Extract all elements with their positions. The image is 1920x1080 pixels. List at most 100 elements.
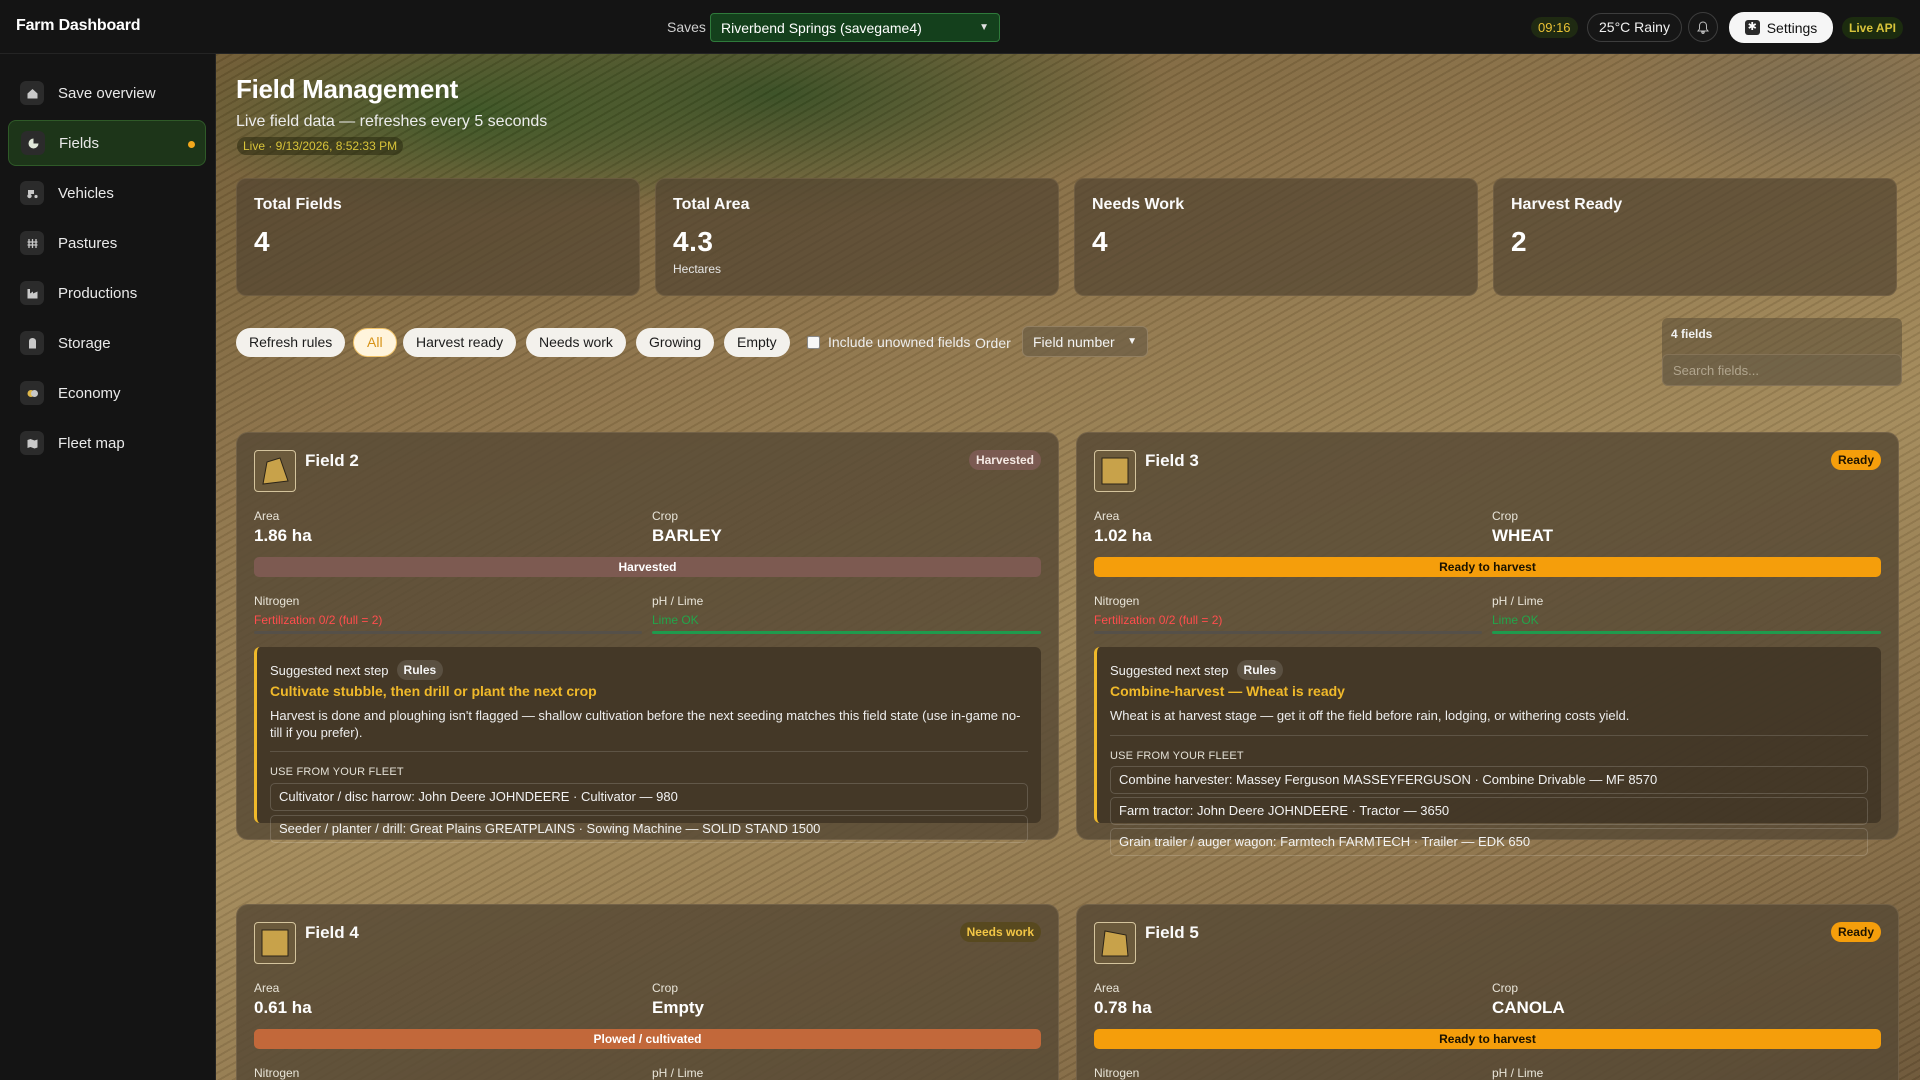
- bell-icon: [1697, 20, 1709, 34]
- page-title: Field Management: [236, 74, 459, 104]
- stat-card-needs-work: Needs Work 4: [1074, 178, 1478, 296]
- area-value: 0.61 ha: [254, 998, 312, 1017]
- saves-label: Saves: [667, 19, 706, 35]
- crop-value: WHEAT: [1492, 526, 1554, 545]
- animal-icon: [20, 231, 44, 255]
- suggested-step-label: Suggested next step: [270, 662, 389, 678]
- sidebar-item-productions[interactable]: Productions: [8, 270, 206, 316]
- gear-icon: ✱: [1744, 20, 1760, 35]
- settings-button[interactable]: ✱ Settings: [1729, 12, 1833, 43]
- ph-value: Lime OK: [1492, 613, 1539, 627]
- crop-block: Crop Empty: [652, 981, 704, 1018]
- field-shape-icon: [1094, 922, 1136, 964]
- stat-card-harvest-ready: Harvest Ready 2: [1493, 178, 1897, 296]
- live-timestamp: Live · 9/13/2026, 8:52:33 PM: [237, 137, 404, 155]
- status-badge: Harvested: [968, 450, 1041, 470]
- nitrogen-label: Nitrogen: [254, 1066, 300, 1080]
- sidebar-item-storage[interactable]: Storage: [8, 320, 206, 366]
- crop-label: Crop: [1492, 509, 1519, 523]
- fleet-equipment-item[interactable]: Cultivator / disc harrow: John Deere JOH…: [270, 783, 1028, 811]
- crop-block: Crop CANOLA: [1492, 981, 1565, 1018]
- suggested-step-title: Combine-harvest — Wheat is ready: [1110, 683, 1345, 699]
- use-fleet-label: USE FROM YOUR FLEET: [270, 766, 404, 778]
- field-card[interactable]: Field 2 Harvested Area 1.86 ha Crop BARL…: [236, 432, 1059, 843]
- filter-chip-empty[interactable]: Empty: [724, 328, 790, 357]
- growth-status-bar: Plowed / cultivated: [254, 1029, 1041, 1049]
- sidebar-item-label: Save overview: [58, 84, 156, 102]
- field-shape-icon: [254, 450, 296, 492]
- top-bar: Farm Dashboard Saves Riverbend Springs (…: [0, 0, 1920, 54]
- stat-value: 4: [254, 226, 271, 257]
- filter-chip-growing[interactable]: Growing: [636, 328, 715, 357]
- area-label: Area: [1094, 509, 1120, 523]
- fleet-equipment-item[interactable]: Combine harvester: Massey Ferguson MASSE…: [1110, 766, 1868, 794]
- field-card[interactable]: Field 3 Ready Area 1.02 ha Crop WHEAT Re…: [1076, 432, 1899, 856]
- saves-select[interactable]: Riverbend Springs (savegame4) ▼: [710, 13, 1000, 42]
- order-label: Order: [975, 335, 1011, 351]
- sidebar-item-label: Fleet map: [58, 434, 125, 452]
- crop-label: Crop: [652, 509, 679, 523]
- area-block: Area 0.61 ha: [254, 981, 312, 1018]
- growth-status-bar: Harvested: [254, 557, 1041, 577]
- crop-value: CANOLA: [1492, 998, 1565, 1017]
- area-value: 0.78 ha: [1094, 998, 1152, 1017]
- ph-meter: [1492, 631, 1881, 634]
- suggested-step-description: Harvest is done and ploughing isn't flag…: [270, 708, 1021, 740]
- crop-value: BARLEY: [652, 526, 722, 545]
- crop-block: Crop BARLEY: [652, 509, 722, 546]
- use-fleet-label: USE FROM YOUR FLEET: [1110, 750, 1244, 762]
- nitrogen-value: Fertilization 0/2 (full = 2): [1094, 613, 1223, 627]
- filter-chip-needs-work[interactable]: Needs work: [526, 328, 626, 357]
- ph-label: pH / Lime: [1492, 1066, 1544, 1080]
- filter-chip-harvest-ready[interactable]: Harvest ready: [403, 328, 517, 357]
- crop-block: Crop WHEAT: [1492, 509, 1553, 546]
- stat-unit: Hectares: [673, 262, 722, 276]
- ph-meter: [652, 631, 1041, 634]
- field-card[interactable]: Field 5 Ready Area 0.78 ha Crop CANOLA R…: [1076, 904, 1899, 1080]
- growth-status-bar: Ready to harvest: [1094, 557, 1881, 577]
- area-block: Area 1.02 ha: [1094, 509, 1152, 546]
- order-selected-value: Field number: [1033, 333, 1115, 350]
- include-unowned-toggle[interactable]: Include unowned fields: [807, 334, 970, 350]
- suggested-step-header: Suggested next step Rules: [270, 660, 444, 680]
- include-unowned-checkbox[interactable]: [807, 335, 820, 349]
- area-value: 1.86 ha: [254, 526, 312, 545]
- field-card[interactable]: Field 4 Needs work Area 0.61 ha Crop Emp…: [236, 904, 1059, 1080]
- field-count: 4 fields: [1671, 327, 1713, 341]
- filter-chip-all[interactable]: All: [353, 328, 397, 357]
- field-name: Field 5: [1145, 923, 1199, 942]
- ph-value: Lime OK: [652, 613, 699, 627]
- sidebar-item-fleet-map[interactable]: Fleet map: [8, 420, 206, 466]
- suggested-step-panel: Suggested next step Rules Combine-harves…: [1094, 647, 1881, 856]
- area-label: Area: [254, 981, 280, 995]
- ph-label: pH / Lime: [652, 594, 704, 608]
- fleet-equipment-item[interactable]: Seeder / planter / drill: Great Plains G…: [270, 815, 1028, 843]
- crop-label: Crop: [652, 981, 679, 995]
- sidebar-item-save-overview[interactable]: Save overview: [8, 70, 206, 116]
- fleet-equipment-item[interactable]: Grain trailer / auger wagon: Farmtech FA…: [1110, 828, 1868, 856]
- ph-label: pH / Lime: [652, 1066, 704, 1080]
- sidebar-item-vehicles[interactable]: Vehicles: [8, 170, 206, 216]
- sidebar-item-label: Pastures: [58, 234, 118, 252]
- status-badge: Ready: [1830, 450, 1881, 470]
- status-badge: Needs work: [959, 922, 1041, 942]
- home-icon: [20, 81, 44, 105]
- silo-icon: [20, 331, 44, 355]
- order-select[interactable]: Field number ▼: [1022, 326, 1148, 357]
- sidebar-item-fields[interactable]: Fields: [8, 120, 206, 166]
- notifications-button[interactable]: [1688, 12, 1718, 42]
- sidebar-item-pastures[interactable]: Pastures: [8, 220, 206, 266]
- sidebar-item-label: Productions: [58, 284, 138, 302]
- nitrogen-meter: [254, 631, 642, 634]
- rules-badge: Rules: [396, 660, 444, 680]
- suggested-step-panel: Suggested next step Rules Cultivate stub…: [254, 647, 1041, 843]
- sidebar-item-economy[interactable]: Economy: [8, 370, 206, 416]
- field-card-header: Field 4: [254, 922, 359, 964]
- chevron-down-icon: ▼: [979, 22, 989, 33]
- refresh-rules-button[interactable]: Refresh rules: [236, 328, 346, 357]
- search-fields-input[interactable]: [1662, 354, 1902, 386]
- fleet-equipment-item[interactable]: Farm tractor: John Deere JOHNDEERE · Tra…: [1110, 797, 1868, 825]
- area-value: 1.02 ha: [1094, 526, 1152, 545]
- app-brand[interactable]: Farm Dashboard: [16, 17, 141, 35]
- sidebar: Save overview Fields Vehicles Pastures P…: [0, 54, 216, 1080]
